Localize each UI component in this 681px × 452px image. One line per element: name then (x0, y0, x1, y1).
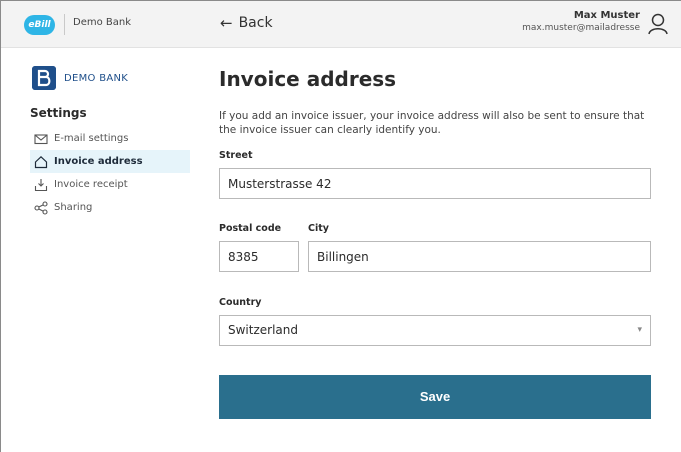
country-selected-value: Switzerland (228, 323, 298, 337)
user-name: Max Muster (573, 10, 640, 21)
ebill-logo[interactable]: eBill (24, 15, 55, 35)
save-button[interactable]: Save (219, 375, 651, 419)
sidebar-item-invoice-receipt[interactable]: Invoice receipt (30, 173, 190, 196)
sidebar-item-email-settings[interactable]: E-mail settings (30, 127, 190, 150)
street-input[interactable] (219, 168, 651, 199)
sidebar-item-label: Invoice address (54, 156, 143, 167)
header-divider (64, 14, 65, 35)
user-email: max.muster@mailadresse (522, 23, 640, 33)
back-button[interactable]: ← Back (220, 14, 273, 32)
sidebar: DEMO BANK Settings E-mail settings Invoi… (1, 48, 191, 452)
postal-code-label: Postal code (219, 223, 282, 234)
share-icon (34, 200, 48, 215)
sidebar-item-invoice-address[interactable]: Invoice address (30, 150, 190, 173)
home-icon (34, 155, 48, 168)
settings-menu: E-mail settings Invoice address Invoice … (30, 127, 190, 219)
back-label: Back (238, 15, 273, 31)
sidebar-item-label: Invoice receipt (54, 179, 128, 190)
inbox-download-icon (34, 178, 48, 191)
settings-title: Settings (30, 106, 87, 120)
sidebar-item-label: E-mail settings (54, 133, 129, 144)
mail-icon (34, 133, 48, 144)
user-icon[interactable] (647, 12, 669, 36)
bank-logo-mark-icon (32, 66, 56, 90)
header-bank-name: Demo Bank (73, 17, 132, 28)
chevron-down-icon: ▾ (637, 325, 642, 335)
country-select[interactable]: Switzerland ▾ (219, 315, 651, 346)
top-bar: eBill Demo Bank ← Back Max Muster max.mu… (1, 1, 681, 48)
arrow-left-icon: ← (220, 14, 233, 32)
postal-code-input[interactable] (219, 241, 299, 272)
bank-logo: DEMO BANK (32, 66, 128, 90)
city-label: City (308, 223, 329, 234)
sidebar-item-sharing[interactable]: Sharing (30, 196, 190, 219)
intro-text: If you add an invoice issuer, your invoi… (219, 110, 645, 136)
city-input[interactable] (308, 241, 651, 272)
page-title: Invoice address (219, 67, 397, 91)
sidebar-item-label: Sharing (54, 202, 93, 213)
country-label: Country (219, 297, 262, 308)
bank-logo-text: DEMO BANK (64, 72, 129, 84)
user-info[interactable]: Max Muster max.muster@mailadresse (522, 10, 640, 34)
street-label: Street (219, 150, 253, 161)
